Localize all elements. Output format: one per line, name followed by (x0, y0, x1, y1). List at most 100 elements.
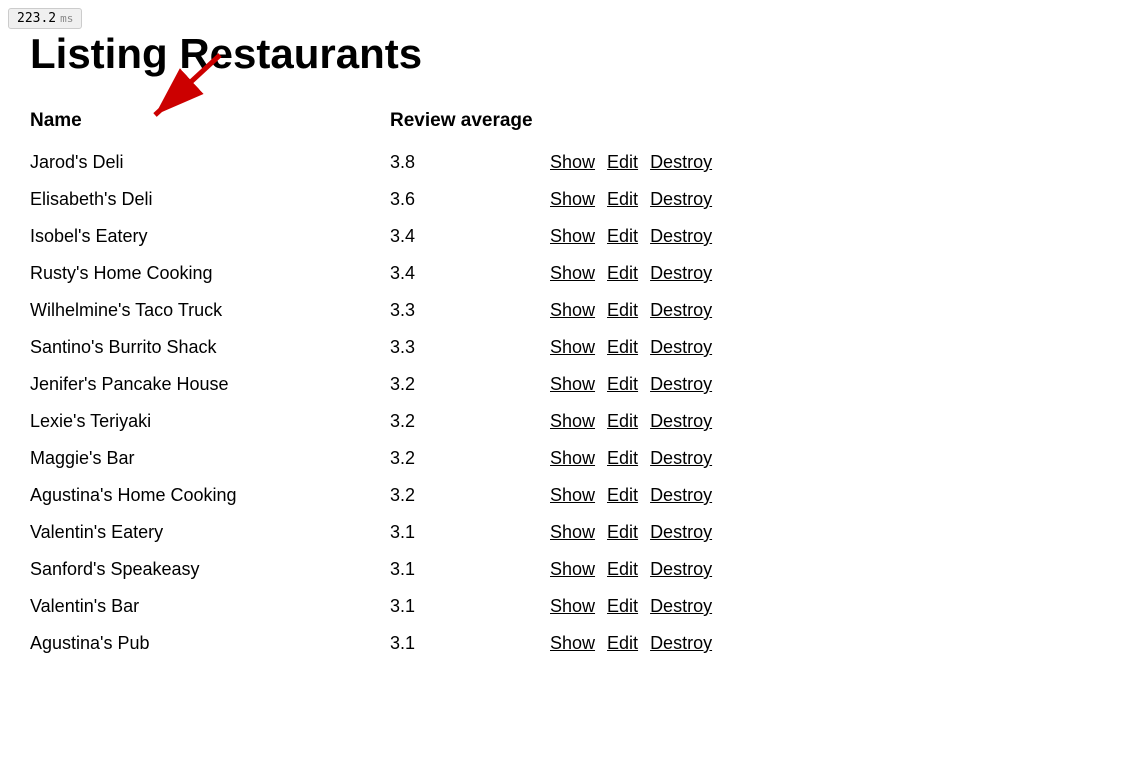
destroy-link[interactable]: Destroy (650, 152, 712, 173)
show-link[interactable]: Show (550, 152, 595, 173)
restaurant-name: Jenifer's Pancake House (30, 366, 390, 403)
restaurant-actions: Show Edit Destroy (550, 292, 1094, 329)
restaurant-review-average: 3.2 (390, 440, 550, 477)
restaurant-actions: Show Edit Destroy (550, 477, 1094, 514)
destroy-link[interactable]: Destroy (650, 411, 712, 432)
restaurant-review-average: 3.4 (390, 218, 550, 255)
show-link[interactable]: Show (550, 411, 595, 432)
show-link[interactable]: Show (550, 596, 595, 617)
restaurant-name: Jarod's Deli (30, 144, 390, 181)
destroy-link[interactable]: Destroy (650, 337, 712, 358)
restaurants-table: Name Review average Jarod's Deli3.8ShowE… (30, 102, 1094, 662)
table-row: Agustina's Pub3.1Show Edit Destroy (30, 625, 1094, 662)
restaurant-review-average: 3.4 (390, 255, 550, 292)
restaurant-actions: Show Edit Destroy (550, 218, 1094, 255)
restaurant-review-average: 3.1 (390, 588, 550, 625)
destroy-link[interactable]: Destroy (650, 485, 712, 506)
restaurant-name: Agustina's Pub (30, 625, 390, 662)
restaurant-review-average: 3.1 (390, 625, 550, 662)
restaurant-actions: Show Edit Destroy (550, 625, 1094, 662)
edit-link[interactable]: Edit (607, 596, 638, 617)
restaurant-actions: Show Edit Destroy (550, 514, 1094, 551)
restaurant-review-average: 3.2 (390, 477, 550, 514)
edit-link[interactable]: Edit (607, 559, 638, 580)
restaurant-name: Isobel's Eatery (30, 218, 390, 255)
table-row: Maggie's Bar3.2Show Edit Destroy (30, 440, 1094, 477)
show-link[interactable]: Show (550, 189, 595, 210)
destroy-link[interactable]: Destroy (650, 374, 712, 395)
restaurant-actions: Show Edit Destroy (550, 403, 1094, 440)
destroy-link[interactable]: Destroy (650, 189, 712, 210)
edit-link[interactable]: Edit (607, 374, 638, 395)
destroy-link[interactable]: Destroy (650, 263, 712, 284)
edit-link[interactable]: Edit (607, 337, 638, 358)
edit-link[interactable]: Edit (607, 633, 638, 654)
show-link[interactable]: Show (550, 522, 595, 543)
restaurant-review-average: 3.3 (390, 292, 550, 329)
edit-link[interactable]: Edit (607, 189, 638, 210)
edit-link[interactable]: Edit (607, 411, 638, 432)
show-link[interactable]: Show (550, 559, 595, 580)
table-header-row: Name Review average (30, 102, 1094, 144)
restaurant-actions: Show Edit Destroy (550, 255, 1094, 292)
table-row: Jenifer's Pancake House3.2Show Edit Destro… (30, 366, 1094, 403)
restaurant-name: Wilhelmine's Taco Truck (30, 292, 390, 329)
table-row: Agustina's Home Cooking3.2Show Edit Destro… (30, 477, 1094, 514)
show-link[interactable]: Show (550, 633, 595, 654)
edit-link[interactable]: Edit (607, 448, 638, 469)
edit-link[interactable]: Edit (607, 485, 638, 506)
restaurant-review-average: 3.3 (390, 329, 550, 366)
table-row: Valentin's Eatery3.1Show Edit Destroy (30, 514, 1094, 551)
restaurant-actions: Show Edit Destroy (550, 181, 1094, 218)
show-link[interactable]: Show (550, 374, 595, 395)
column-header-review: Review average (390, 102, 550, 144)
edit-link[interactable]: Edit (607, 152, 638, 173)
table-row: Sanford's Speakeasy3.1ShowEditDestroy (30, 551, 1094, 588)
edit-link[interactable]: Edit (607, 226, 638, 247)
restaurant-name: Maggie's Bar (30, 440, 390, 477)
show-link[interactable]: Show (550, 485, 595, 506)
performance-badge: 223.2 ms (8, 8, 82, 29)
perf-value: 223.2 (17, 11, 56, 26)
restaurant-actions: Show Edit Destroy (550, 588, 1094, 625)
restaurant-actions: Show Edit Destroy (550, 329, 1094, 366)
restaurant-review-average: 3.8 (390, 144, 550, 181)
restaurant-name: Santino's Burrito Shack (30, 329, 390, 366)
edit-link[interactable]: Edit (607, 522, 638, 543)
restaurant-name: Valentin's Bar (30, 588, 390, 625)
destroy-link[interactable]: Destroy (650, 448, 712, 469)
table-row: Santino's Burrito Shack3.3Show Edit Destro… (30, 329, 1094, 366)
restaurant-name: Elisabeth's Deli (30, 181, 390, 218)
page-title: Listing Restaurants (30, 30, 1094, 78)
destroy-link[interactable]: Destroy (650, 522, 712, 543)
table-row: Elisabeth's Deli3.6ShowEditDestroy (30, 181, 1094, 218)
destroy-link[interactable]: Destroy (650, 559, 712, 580)
show-link[interactable]: Show (550, 300, 595, 321)
restaurant-name: Agustina's Home Cooking (30, 477, 390, 514)
restaurant-actions: Show Edit Destroy (550, 144, 1094, 181)
edit-link[interactable]: Edit (607, 263, 638, 284)
restaurant-review-average: 3.1 (390, 514, 550, 551)
restaurant-name: Rusty's Home Cooking (30, 255, 390, 292)
show-link[interactable]: Show (550, 337, 595, 358)
table-row: Lexie's Teriyaki3.2Show Edit Destroy (30, 403, 1094, 440)
destroy-link[interactable]: Destroy (650, 633, 712, 654)
destroy-link[interactable]: Destroy (650, 596, 712, 617)
restaurant-review-average: 3.2 (390, 403, 550, 440)
column-header-actions (550, 102, 1094, 144)
restaurant-name: Valentin's Eatery (30, 514, 390, 551)
table-row: Isobel's Eatery3.4Show Edit Destroy (30, 218, 1094, 255)
show-link[interactable]: Show (550, 448, 595, 469)
show-link[interactable]: Show (550, 226, 595, 247)
restaurant-review-average: 3.2 (390, 366, 550, 403)
table-row: Jarod's Deli3.8Show Edit Destroy (30, 144, 1094, 181)
restaurant-name: Lexie's Teriyaki (30, 403, 390, 440)
restaurant-actions: Show Edit Destroy (550, 551, 1094, 588)
table-row: Wilhelmine's Taco Truck3.3Show Edit Destro… (30, 292, 1094, 329)
show-link[interactable]: Show (550, 263, 595, 284)
restaurant-actions: Show Edit Destroy (550, 366, 1094, 403)
destroy-link[interactable]: Destroy (650, 300, 712, 321)
table-row: Valentin's Bar3.1Show Edit Destroy (30, 588, 1094, 625)
edit-link[interactable]: Edit (607, 300, 638, 321)
destroy-link[interactable]: Destroy (650, 226, 712, 247)
